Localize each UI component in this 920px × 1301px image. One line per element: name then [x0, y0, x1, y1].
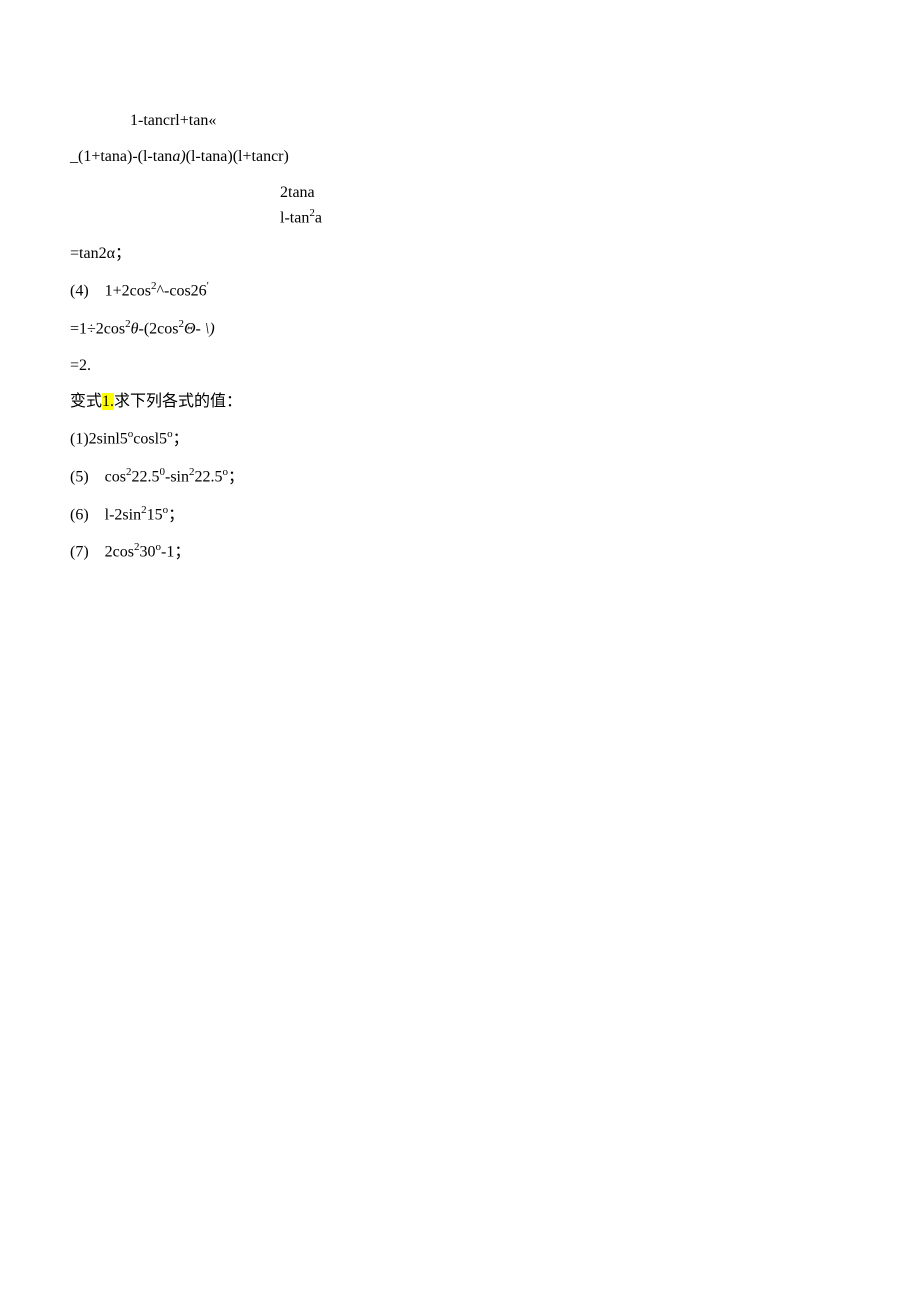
text-italic: θ	[131, 320, 139, 337]
text: (l-tana)(l+tancr)	[186, 148, 289, 165]
text: cosl5	[133, 431, 167, 448]
text: ；	[168, 506, 184, 523]
item-4: (4) 1+2cos2^-cos26'	[70, 279, 860, 303]
item-5: (5) cos222.50-sin222.5o；	[70, 465, 860, 489]
text: ；	[228, 468, 244, 485]
document-page: 1-tancrl+tan« _(1+tana)-(l-tana)(l-tana)…	[0, 0, 920, 564]
math-line-1: 1-tancrl+tan«	[70, 110, 860, 132]
text: 变式	[70, 393, 102, 410]
variant-heading: 变式1.求下列各式的值：	[70, 391, 860, 413]
text: a	[315, 209, 322, 226]
text: 求下列各式的值：	[114, 393, 242, 410]
text-italic: a)	[172, 148, 185, 165]
text-italic: \)	[201, 320, 215, 337]
math-line-5: =tan2α；	[70, 243, 860, 265]
text: =tan2α；	[70, 245, 131, 262]
text: ；	[173, 431, 189, 448]
text: -(2cos	[139, 320, 179, 337]
text-italic: Θ-	[184, 320, 201, 337]
fraction-numerator: 2tana	[280, 183, 860, 204]
text: (4) 1+2cos	[70, 282, 151, 299]
text: -1；	[161, 544, 190, 561]
text: -sin	[165, 468, 189, 485]
text: 22.5	[131, 468, 159, 485]
text: (6) l-2sin	[70, 506, 141, 523]
item-7: (7) 2cos230o-1；	[70, 540, 860, 564]
text: l-tan	[280, 209, 309, 226]
text: 22.5	[194, 468, 222, 485]
item-1: (1)2sinl5ocosl5o；	[70, 427, 860, 451]
text: (7) 2cos	[70, 544, 134, 561]
text: 30	[139, 544, 155, 561]
text: =1÷2cos	[70, 320, 125, 337]
highlighted-text: 1.	[102, 393, 114, 410]
text: 2tana	[280, 184, 315, 201]
fraction-denominator: l-tan2a	[280, 206, 860, 229]
text: 15	[147, 506, 163, 523]
superscript: '	[207, 280, 209, 292]
item-6: (6) l-2sin215o；	[70, 503, 860, 527]
math-line-2: _(1+tana)-(l-tana)(l-tana)(l+tancr)	[70, 146, 860, 168]
text: =2.	[70, 357, 91, 374]
math-line-7: =1÷2cos2θ-(2cos2Θ- \)	[70, 317, 860, 341]
text: (5) cos	[70, 468, 126, 485]
fraction-block: 2tana l-tan2a	[70, 183, 860, 229]
text: (1)2sinl5	[70, 431, 128, 448]
math-line-8: =2.	[70, 355, 860, 377]
text: ^-cos26	[157, 282, 207, 299]
text: _(1+tana)-(l-tan	[70, 148, 172, 165]
text: 1-tancrl+tan«	[130, 112, 216, 129]
